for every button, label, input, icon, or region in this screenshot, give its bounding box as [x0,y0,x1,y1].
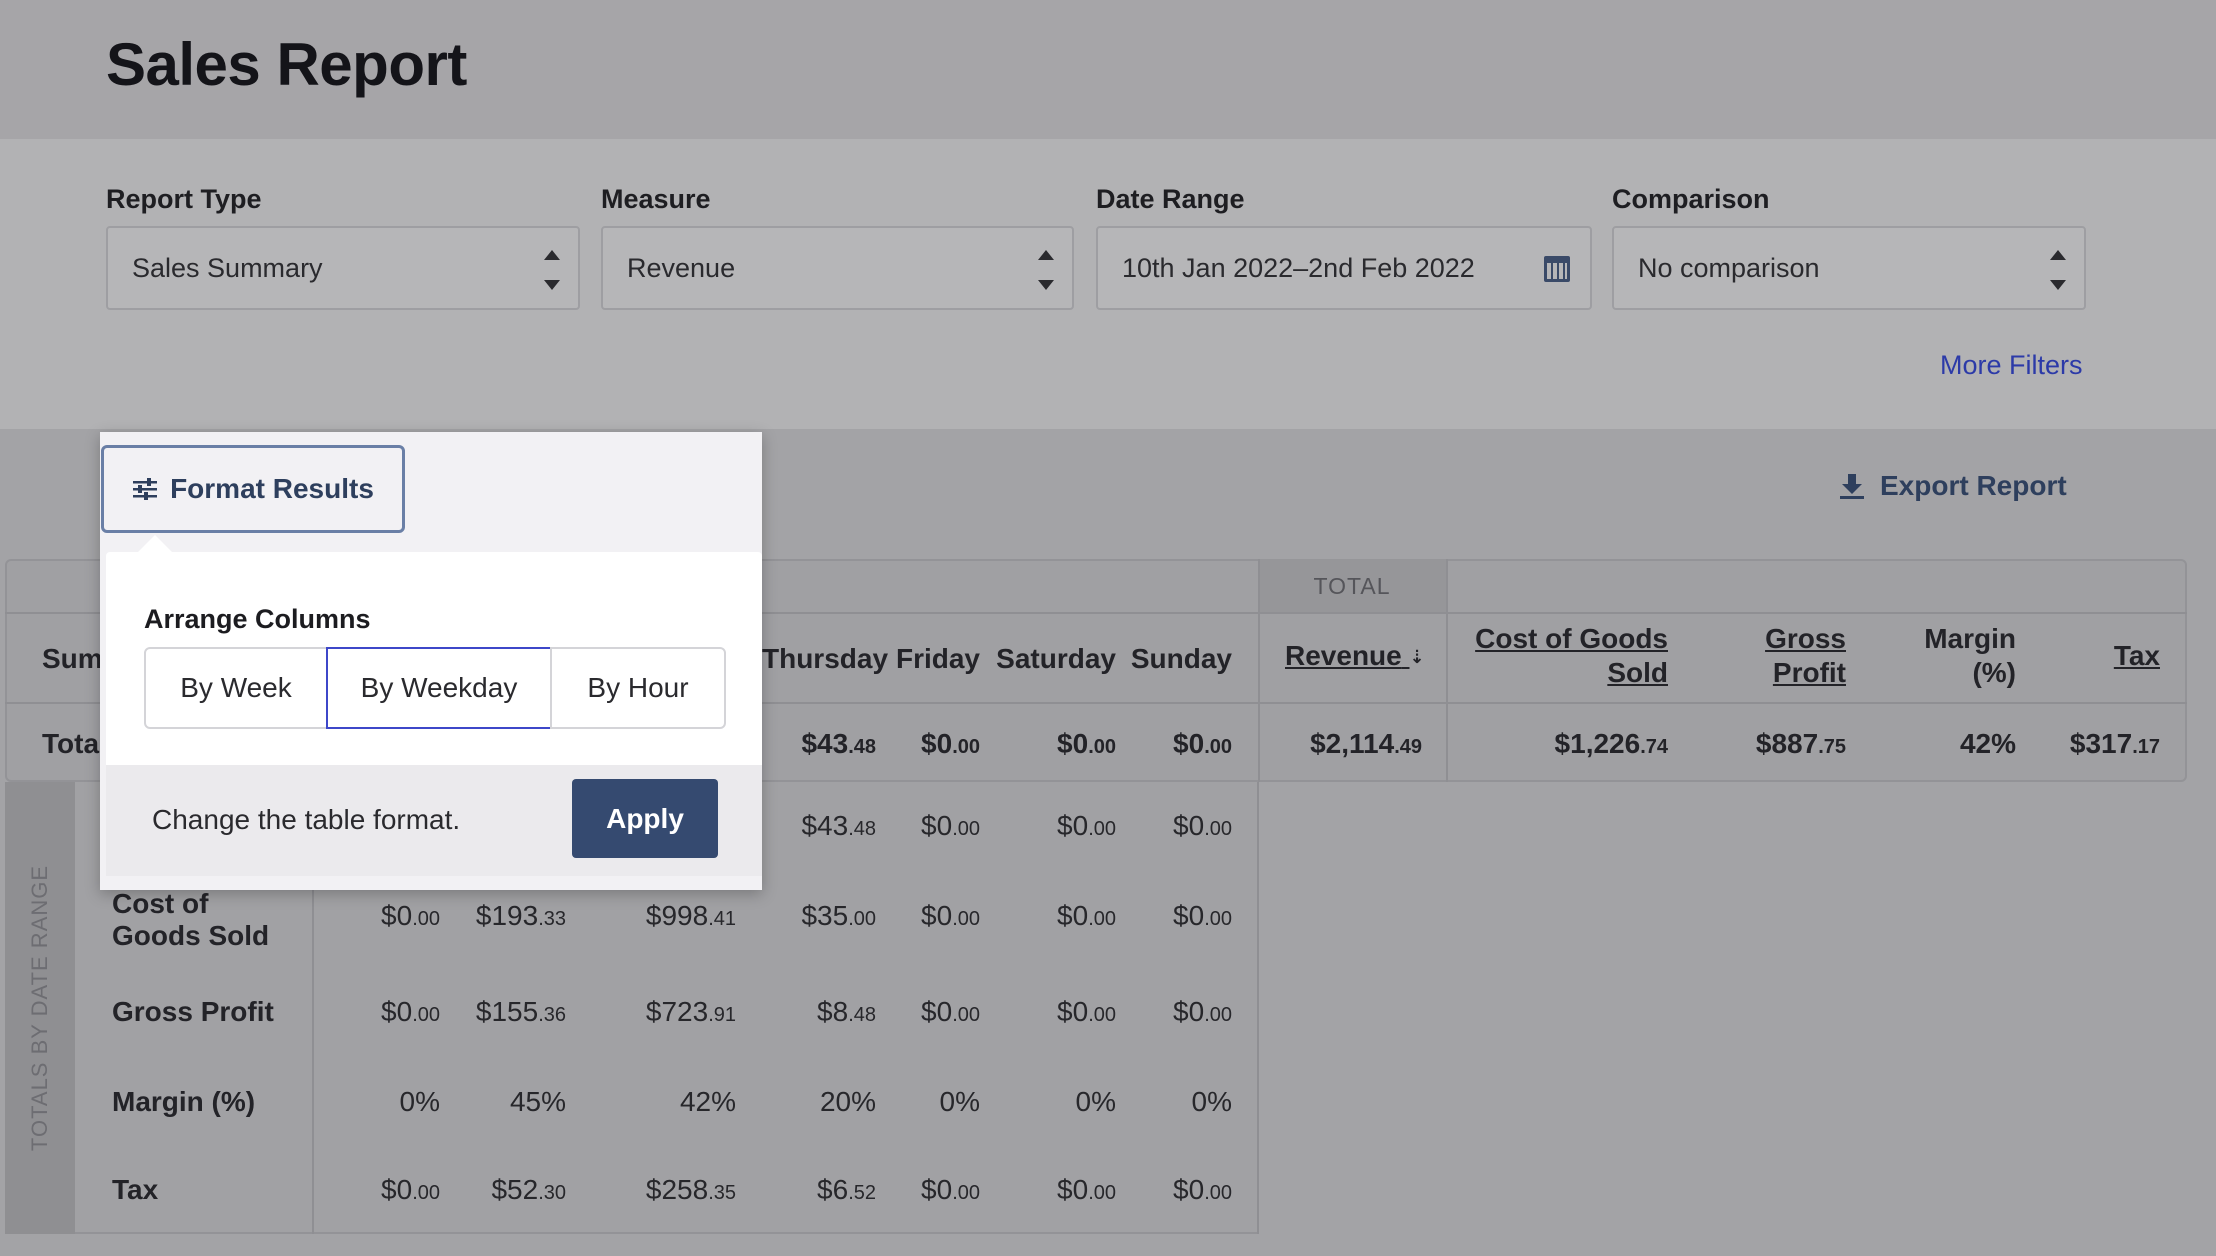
totals-revenue: $2,114.49 [1310,728,1422,759]
tax-header[interactable]: Tax [2060,640,2160,672]
measure-select[interactable]: Revenue [601,226,1074,310]
table-cell: $0.00 [921,810,980,841]
measure-value: Revenue [627,252,736,283]
calendar-icon[interactable] [1544,256,1570,282]
column-divider [1258,559,1260,782]
table-cell: $35.00 [801,900,876,931]
table-cell: $155.36 [475,996,566,1027]
sunday-header: Sunday [1130,643,1232,674]
revenue-header[interactable]: Revenue ⇣ [1285,640,1425,672]
table-cell: $52.30 [491,1174,566,1205]
report-type-select[interactable]: Sales Summary [106,226,580,310]
table-cell: $0.00 [1173,810,1232,841]
table-cell: $43.48 [801,810,876,841]
totals-saturday: $0.00 [1057,728,1116,759]
table-cell: $0.00 [1173,900,1232,931]
totals-cogs: $1,226.74 [1554,728,1668,759]
table-cell: 42% [679,1086,736,1117]
date-range-label: Date Range [1096,184,1245,214]
body-right-border [1257,782,1259,1234]
comparison-value: No comparison [1638,252,1820,283]
table-cell: $0.00 [381,996,440,1027]
table-cell: $0.00 [381,1174,440,1205]
table-cell: $0.00 [1173,996,1232,1027]
apply-button[interactable]: Apply [572,779,718,858]
table-cell: $0.00 [1057,810,1116,841]
by-week-option[interactable]: By Week [144,647,328,729]
report-type-value: Sales Summary [132,252,323,283]
row-label: Margin (%) [112,1086,256,1117]
totals-friday: $0.00 [921,728,980,759]
sliders-icon [133,478,158,500]
select-arrows-icon [1036,246,1056,294]
row-label: Cost of Goods Sold [112,888,270,951]
table-cell: $8.48 [817,996,876,1027]
gross-profit-header[interactable]: Gross Profit [1720,622,1846,690]
table-cell: $193.33 [475,900,566,931]
sort-descending-icon[interactable]: ⇣ [1410,647,1425,668]
more-filters-link[interactable]: More Filters [1940,350,2083,381]
table-cell: $0.00 [1057,900,1116,931]
download-icon [1840,474,1864,499]
table-cell: 0% [939,1086,980,1117]
saturday-header: Saturday [996,643,1116,674]
table-cell: $0.00 [921,996,980,1027]
select-arrows-icon [542,246,562,294]
table-cell: $6.52 [817,1174,876,1205]
row-label: Gross Profit [112,996,274,1027]
totals-margin: 42% [1959,728,2016,759]
arrange-columns-label: Arrange Columns [144,604,371,634]
table-cell: 0% [399,1086,440,1117]
table-cell: $0.00 [1057,1174,1116,1205]
popover-footer-text: Change the table format. [152,804,461,835]
cogs-header[interactable]: Cost of Goods Sold [1466,622,1668,690]
date-range-value: 10th Jan 2022–2nd Feb 2022 [1122,252,1475,283]
format-results-label: Format Results [170,473,374,504]
report-type-label: Report Type [106,184,262,214]
column-divider [1446,559,1448,782]
thursday-header: Thursday [762,643,889,674]
table-cell: $0.00 [381,900,440,931]
table-cell: $723.91 [645,996,736,1027]
page-title: Sales Report [106,31,467,98]
totals-tax: $317.17 [2069,728,2160,759]
table-cell: $0.00 [1173,1174,1232,1205]
by-hour-option[interactable]: By Hour [550,647,726,729]
table-cell: 0% [1191,1086,1232,1117]
table-cell: 20% [819,1086,876,1117]
table-cell: 45% [509,1086,566,1117]
row-label: Tax [112,1174,159,1205]
friday-header: Friday [895,643,980,674]
export-report-label: Export Report [1880,470,2067,501]
totals-thursday: $43.48 [801,728,876,759]
by-weekday-option[interactable]: By Weekday [326,647,552,729]
table-cell: $0.00 [921,1174,980,1205]
export-report-button[interactable]: Export Report [1838,470,2067,502]
side-group-label: TOTALS BY DATE RANGE [27,864,52,1152]
margin-header: Margin (%) [1924,623,2016,688]
table-cell: $998.41 [645,900,736,931]
table-cell: 0% [1075,1086,1116,1117]
totals-gross-profit: $887.75 [1755,728,1846,759]
comparison-label: Comparison [1612,184,1770,214]
total-group-header: TOTAL [1258,559,1446,613]
table-cell: $0.00 [1057,996,1116,1027]
date-range-input[interactable]: 10th Jan 2022–2nd Feb 2022 [1096,226,1592,310]
table-cell: $0.00 [921,900,980,931]
select-arrows-icon [2048,246,2068,294]
totals-sunday: $0.00 [1173,728,1232,759]
measure-label: Measure [601,184,711,214]
comparison-select[interactable]: No comparison [1612,226,2086,310]
table-cell: $258.35 [645,1174,736,1205]
format-results-button[interactable]: Format Results [101,445,405,533]
